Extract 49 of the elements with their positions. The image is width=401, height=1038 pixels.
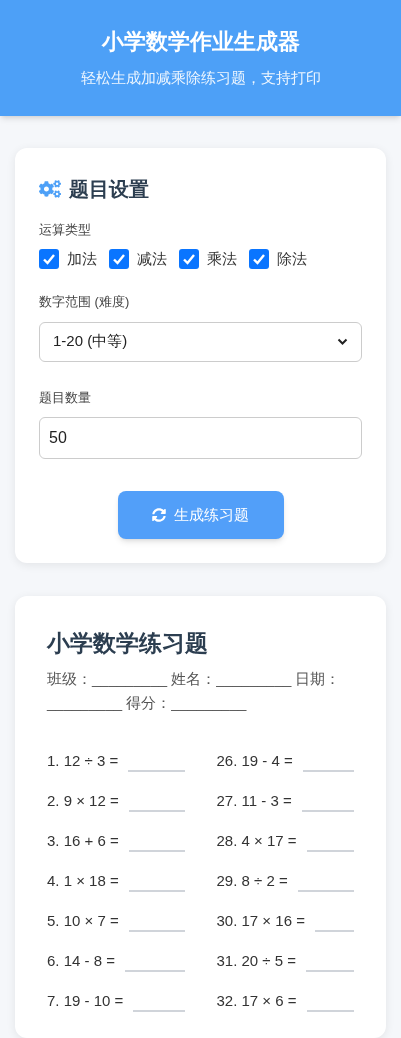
fill-in-line[interactable] bbox=[297, 889, 354, 892]
fill-in-line[interactable] bbox=[124, 969, 185, 972]
range-select[interactable]: 1-20 (中等) bbox=[39, 321, 362, 362]
count-input[interactable]: 50 bbox=[39, 417, 362, 459]
math-problem: 7. 19 - 10 = bbox=[47, 991, 124, 1011]
checkbox-label: 乘法 bbox=[207, 248, 237, 269]
field-label: 题目数量 bbox=[39, 388, 92, 407]
math-problem: 4. 1 × 18 = bbox=[47, 871, 119, 891]
fill-in-line[interactable] bbox=[128, 769, 185, 772]
checkbox[interactable] bbox=[39, 248, 59, 269]
chevron-down-icon bbox=[337, 337, 348, 346]
fill-in-line[interactable] bbox=[314, 929, 354, 932]
checkbox[interactable] bbox=[249, 248, 269, 269]
field-label: 运算类型 bbox=[39, 221, 92, 239]
math-problem: 29. 8 ÷ 2 = bbox=[216, 871, 288, 891]
math-problem: 32. 17 × 6 = bbox=[216, 991, 297, 1011]
checkbox-label: 加法 bbox=[67, 248, 97, 269]
checkbox-label: 除法 bbox=[277, 248, 307, 269]
fill-in-line[interactable] bbox=[133, 1009, 185, 1012]
checkbox[interactable] bbox=[179, 248, 199, 269]
math-problem: 1. 12 ÷ 3 = bbox=[47, 751, 119, 771]
checkbox-label: 减法 bbox=[137, 248, 167, 269]
fill-in-line[interactable] bbox=[128, 889, 185, 892]
app-title: 小学数学作业生成器 bbox=[101, 27, 300, 56]
math-problem: 5. 10 × 7 = bbox=[47, 911, 119, 931]
section-title: 题目设置 bbox=[69, 177, 149, 202]
math-problem: 26. 19 - 4 = bbox=[216, 751, 293, 771]
fill-in-line[interactable] bbox=[302, 769, 354, 772]
fill-in-line[interactable] bbox=[306, 969, 354, 972]
settings-icon bbox=[39, 178, 61, 200]
fill-in-line[interactable] bbox=[301, 809, 354, 812]
math-problem: 31. 20 ÷ 5 = bbox=[216, 951, 297, 971]
checkbox[interactable] bbox=[109, 248, 129, 269]
fill-in-line[interactable] bbox=[128, 929, 185, 932]
math-problem: 28. 4 × 17 = bbox=[216, 831, 297, 851]
math-problem: 6. 14 - 8 = bbox=[47, 951, 115, 971]
math-problem: 3. 16 + 6 = bbox=[47, 831, 119, 851]
fill-in-line[interactable] bbox=[128, 849, 185, 852]
app-subtitle: 轻松生成加减乘除练习题，支持打印 bbox=[80, 69, 321, 89]
fill-in-line[interactable] bbox=[128, 809, 185, 812]
math-problem: 30. 17 × 16 = bbox=[216, 911, 305, 931]
fill-in-line[interactable] bbox=[306, 1009, 354, 1012]
student-info: 班级：_________ 姓名：_________ 日期：_________ 得分：_________ bbox=[47, 668, 342, 713]
fill-in-line[interactable] bbox=[306, 849, 354, 852]
refresh-icon bbox=[152, 508, 166, 522]
field-label: 数字范围 (难度) bbox=[39, 293, 131, 311]
math-problem: 2. 9 × 12 = bbox=[47, 791, 119, 811]
worksheet-title: 小学数学练习题 bbox=[47, 629, 209, 658]
math-problem: 27. 11 - 3 = bbox=[216, 791, 292, 811]
